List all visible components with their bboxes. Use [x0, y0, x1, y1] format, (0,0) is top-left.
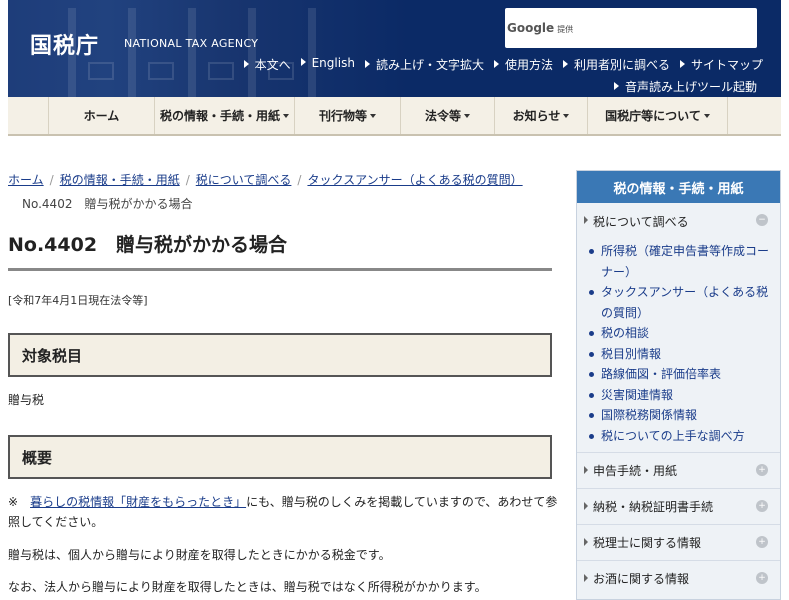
global-nav: ホーム 税の情報・手続・用紙 刊行物等 法令等 お知らせ 国税庁等について [8, 97, 781, 136]
sidebar-section-label: お酒に関する情報 [593, 572, 690, 586]
nav-item-tax-info[interactable]: 税の情報・手続・用紙 [155, 97, 295, 134]
nav-item-news[interactable]: お知らせ [495, 97, 588, 134]
google-logo-text: Google [507, 21, 555, 35]
sidebar-link-income-tax[interactable]: 所得税（確定申告書等作成コーナー） [589, 241, 770, 282]
triangle-right-icon [493, 60, 499, 68]
utility-link-label: English [311, 56, 355, 70]
utility-link-english[interactable]: English [300, 56, 355, 73]
as-of-date: [令和7年4月1日現在法令等] [8, 294, 148, 307]
utility-link-label: 読み上げ・文字拡大 [375, 58, 484, 72]
utility-links: 本文へ English 読み上げ・文字拡大 使用方法 利用者別に調べる サイトマ… [243, 56, 763, 73]
nav-label: 法令等 [424, 109, 461, 123]
utility-link-sitemap[interactable]: サイトマップ [679, 56, 763, 73]
nav-label: 刊行物等 [318, 109, 367, 123]
sidebar-link-route-price[interactable]: 路線価図・評価倍率表 [589, 364, 770, 385]
triangle-right-icon [679, 60, 685, 68]
caret-down-icon [370, 113, 376, 118]
nav-label: お知らせ [512, 109, 561, 123]
breadcrumb: ホーム / 税の情報・手続・用紙 / 税について調べる / タックスアンサー（よくある税の質… [8, 168, 558, 216]
site-logo[interactable]: 国税庁 [30, 28, 99, 60]
utility-link-label: 音声読み上げツール起動 [624, 80, 757, 94]
utility-link-byuser[interactable]: 利用者別に調べる [562, 56, 670, 73]
breadcrumb-link-home[interactable]: ホーム [8, 173, 44, 187]
triangle-right-icon [613, 82, 619, 90]
sidebar-section-filing[interactable]: 申告手続・用紙 + [577, 452, 780, 488]
google-provided-label: 提供 [557, 25, 574, 34]
utility-link-label: 本文へ [254, 58, 291, 72]
sidebar-section-label: 納税・納税証明書手続 [593, 500, 714, 514]
caret-down-icon [464, 113, 470, 118]
expand-icon[interactable]: + [756, 500, 768, 512]
breadcrumb-link-tax-info[interactable]: 税の情報・手続・用紙 [60, 173, 180, 187]
breadcrumb-separator: / [297, 173, 302, 187]
target-tax-text: 贈与税 [8, 393, 45, 407]
sidebar-link-disaster[interactable]: 災害関連情報 [589, 385, 770, 406]
utility-link-readaloud[interactable]: 読み上げ・文字拡大 [364, 56, 484, 73]
nav-label: 税の情報・手続・用紙 [159, 109, 280, 123]
triangle-right-icon [300, 58, 306, 66]
triangle-right-icon [243, 60, 249, 68]
triangle-right-icon [364, 60, 370, 68]
section-heading-text: 対象税目 [22, 346, 83, 365]
collapse-icon[interactable]: − [756, 214, 768, 226]
nav-label: 国税庁等について [605, 109, 701, 123]
note-mark: ※ [8, 495, 31, 509]
utility-link-skip[interactable]: 本文へ [243, 56, 291, 73]
breadcrumb-separator: / [49, 173, 54, 187]
search-input[interactable] [589, 14, 753, 42]
sidebar-section-label: 税理士に関する情報 [593, 536, 702, 550]
sidebar-section-label: 申告手続・用紙 [593, 464, 678, 478]
page-title: No.4402 贈与税がかかる場合 [8, 234, 288, 256]
site-header: 国税庁 NATIONAL TAX AGENCY Google 提供 本文へ Eng… [8, 0, 781, 97]
expand-icon[interactable]: + [756, 464, 768, 476]
note-link-receiving-assets[interactable]: 暮らしの税情報「財産をもらったとき」 [30, 495, 246, 509]
section-heading-overview: 概要 [8, 435, 552, 479]
breadcrumb-link-taxanswer[interactable]: タックスアンサー（よくある税の質問） [307, 173, 522, 187]
nav-spacer [8, 97, 49, 134]
title-divider [8, 268, 552, 271]
triangle-right-icon [562, 60, 568, 68]
sidebar-section-payment[interactable]: 納税・納税証明書手続 + [577, 488, 780, 524]
sidebar-nav: 税の情報・手続・用紙 税について調べる − 所得税（確定申告書等作成コーナー） … [576, 170, 781, 600]
sidebar-link-international[interactable]: 国際税務関係情報 [589, 405, 770, 426]
nav-item-home[interactable]: ホーム [49, 97, 155, 134]
utility-link-howto[interactable]: 使用方法 [493, 56, 553, 73]
sidebar-link-tax-items[interactable]: 税目別情報 [589, 344, 770, 365]
caret-down-icon [563, 113, 570, 118]
expand-icon[interactable]: + [756, 536, 768, 548]
utility-link-label: サイトマップ [690, 58, 763, 72]
section-heading-target-tax: 対象税目 [8, 333, 552, 377]
note-paragraph: ※ 暮らしの税情報「財産をもらったとき」にも、贈与税のしくみを掲載していますので… [8, 492, 558, 532]
expand-icon[interactable]: + [756, 572, 768, 584]
sidebar-heading: 税の情報・手続・用紙 [577, 171, 780, 203]
caret-down-icon [283, 113, 289, 118]
sidebar-link-consultation[interactable]: 税の相談 [589, 323, 770, 344]
breadcrumb-link-research[interactable]: 税について調べる [196, 173, 292, 187]
breadcrumb-separator: / [185, 173, 190, 187]
section-heading-text: 概要 [22, 448, 53, 467]
sidebar-section-tax-accountant[interactable]: 税理士に関する情報 + [577, 524, 780, 560]
sidebar-sublist: 所得税（確定申告書等作成コーナー） タックスアンサー（よくある税の質問） 税の相… [577, 239, 780, 452]
site-logo-english: NATIONAL TAX AGENCY [124, 37, 259, 50]
sidebar-section-label: 税について調べる [593, 214, 689, 229]
sidebar-link-research-tips[interactable]: 税についての上手な調べ方 [589, 426, 770, 447]
utility-link-voice-tool[interactable]: 音声読み上げツール起動 [613, 78, 757, 95]
utility-link-label: 利用者別に調べる [573, 58, 670, 72]
caret-down-icon [703, 113, 710, 118]
sidebar-link-taxanswer[interactable]: タックスアンサー（よくある税の質問） [589, 282, 770, 323]
google-search-brand: Google 提供 [507, 21, 573, 35]
nav-item-laws[interactable]: 法令等 [401, 97, 495, 134]
breadcrumb-current: No.4402 贈与税がかかる場合 [22, 197, 193, 211]
sidebar-section-alcohol[interactable]: お酒に関する情報 + [577, 560, 780, 596]
nav-item-about[interactable]: 国税庁等について [588, 97, 728, 134]
search-box: Google 提供 [505, 8, 757, 48]
overview-paragraph-2: なお、法人から贈与により財産を取得したときは、贈与税ではなく所得税がかかります。 [8, 580, 487, 594]
utility-link-label: 使用方法 [504, 58, 553, 72]
nav-label: ホーム [83, 109, 120, 123]
overview-paragraph-1: 贈与税は、個人から贈与により財産を取得したときにかかる税金です。 [8, 548, 391, 562]
sidebar-section-research[interactable]: 税について調べる − [577, 203, 780, 239]
nav-item-publications[interactable]: 刊行物等 [295, 97, 401, 134]
